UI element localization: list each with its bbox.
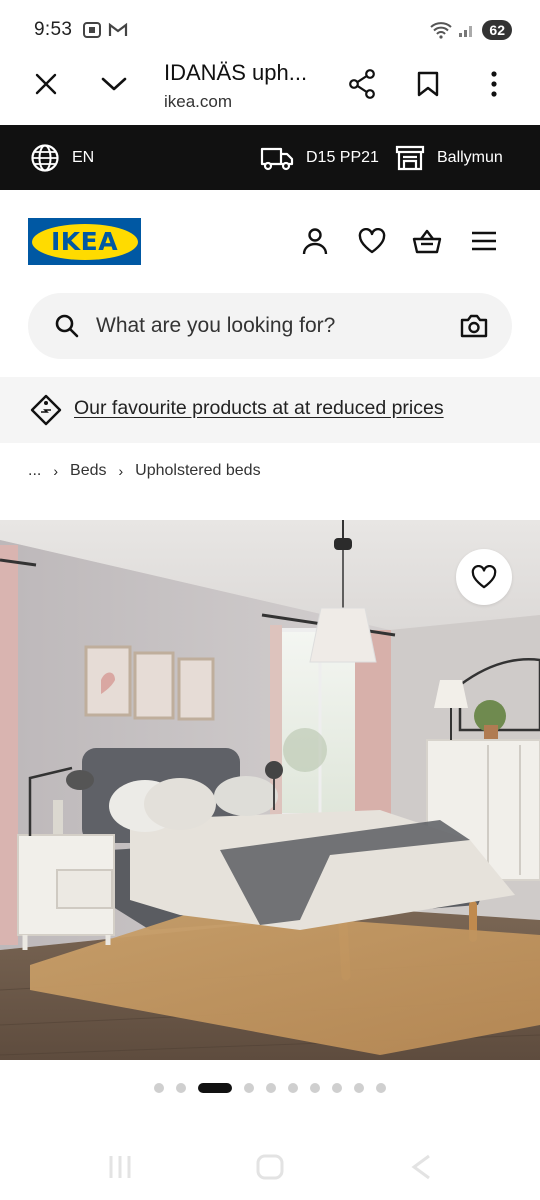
- bookmark-button[interactable]: [406, 62, 450, 106]
- carousel-dot[interactable]: [376, 1083, 386, 1093]
- store-selector[interactable]: Ballymun: [395, 145, 503, 171]
- store-label: Ballymun: [437, 148, 503, 166]
- breadcrumb-beds[interactable]: Beds: [70, 462, 106, 480]
- add-to-favourites-button[interactable]: [456, 549, 512, 605]
- hamburger-menu-icon: [472, 231, 496, 251]
- favourites-button[interactable]: [355, 224, 389, 258]
- more-vertical-icon: [491, 71, 497, 97]
- back-icon: [411, 1154, 430, 1180]
- recent-apps-icon: [109, 1156, 131, 1178]
- image-carousel-indicator: [0, 1081, 540, 1095]
- carousel-dot[interactable]: [154, 1083, 164, 1093]
- home-button[interactable]: [256, 1154, 284, 1185]
- battery-indicator: 62: [482, 20, 512, 40]
- bookmark-icon: [417, 71, 439, 97]
- basket-icon: [412, 229, 442, 254]
- promo-banner: Our favourite products at at reduced pri…: [0, 377, 540, 443]
- breadcrumb-ellipsis[interactable]: ...: [28, 462, 41, 480]
- search-icon[interactable]: [54, 313, 80, 339]
- breadcrumb-upholstered-beds[interactable]: Upholstered beds: [135, 462, 260, 480]
- user-icon: [302, 228, 328, 255]
- page-title: IDANÄS uph...: [164, 60, 308, 85]
- screenshot-icon: [83, 22, 102, 38]
- home-icon: [256, 1154, 284, 1180]
- carousel-dot[interactable]: [288, 1083, 298, 1093]
- store-icon: [395, 145, 425, 170]
- browser-toolbar: IDANÄS uph... ikea.com: [0, 60, 540, 124]
- wifi-icon: [430, 22, 453, 39]
- signal-icon: [459, 26, 473, 37]
- carousel-dot[interactable]: [266, 1083, 276, 1093]
- back-button[interactable]: [410, 1154, 432, 1185]
- close-tab-button[interactable]: [24, 62, 68, 106]
- expand-button[interactable]: [92, 62, 136, 106]
- locale-bar: EN D15 PP21 Ballymun: [0, 125, 540, 190]
- globe-icon: [31, 143, 59, 172]
- heart-icon: [471, 565, 497, 589]
- logo-text: IKEA: [50, 227, 119, 256]
- menu-button[interactable]: [467, 224, 501, 258]
- search-input[interactable]: [96, 293, 446, 359]
- search-bar: [28, 293, 512, 359]
- page-url: ikea.com: [164, 92, 233, 111]
- gmail-icon: [109, 22, 128, 36]
- account-button[interactable]: [298, 224, 332, 258]
- price-tag-icon: [30, 394, 62, 426]
- chevron-down-icon: [101, 77, 127, 91]
- chevron-right-icon: ›: [118, 463, 124, 479]
- carousel-dot[interactable]: [176, 1083, 186, 1093]
- heart-icon: [358, 228, 386, 254]
- recent-apps-button[interactable]: [108, 1154, 132, 1185]
- delivery-postcode-selector[interactable]: D15 PP21: [260, 145, 379, 171]
- status-time: 9:53: [34, 19, 73, 40]
- carousel-dot[interactable]: [354, 1083, 364, 1093]
- postcode-label: D15 PP21: [306, 148, 379, 166]
- page-title-area[interactable]: IDANÄS uph... ikea.com: [164, 60, 307, 112]
- reduced-prices-link[interactable]: Our favourite products at at reduced pri…: [74, 397, 444, 420]
- close-icon: [35, 73, 57, 95]
- carousel-dot[interactable]: [244, 1083, 254, 1093]
- language-label: EN: [72, 148, 95, 166]
- camera-icon[interactable]: [460, 313, 488, 339]
- more-options-button[interactable]: [472, 62, 516, 106]
- carousel-dot[interactable]: [310, 1083, 320, 1093]
- delivery-truck-icon: [260, 147, 294, 170]
- carousel-dot[interactable]: [332, 1083, 342, 1093]
- carousel-dot-active[interactable]: [198, 1083, 232, 1093]
- ikea-logo[interactable]: IKEA: [28, 218, 141, 265]
- status-bar: 9:53 62: [0, 0, 540, 60]
- system-navigation-bar: [0, 1148, 540, 1188]
- share-icon: [349, 69, 375, 99]
- bedroom-scene-image: [0, 520, 540, 1060]
- chevron-right-icon: ›: [53, 463, 59, 479]
- basket-button[interactable]: [410, 224, 444, 258]
- share-button[interactable]: [340, 62, 384, 106]
- product-image[interactable]: [0, 520, 540, 1060]
- breadcrumb: ... › Beds › Upholstered beds: [28, 462, 261, 480]
- language-selector[interactable]: EN: [30, 143, 94, 173]
- site-header: IKEA: [0, 190, 540, 290]
